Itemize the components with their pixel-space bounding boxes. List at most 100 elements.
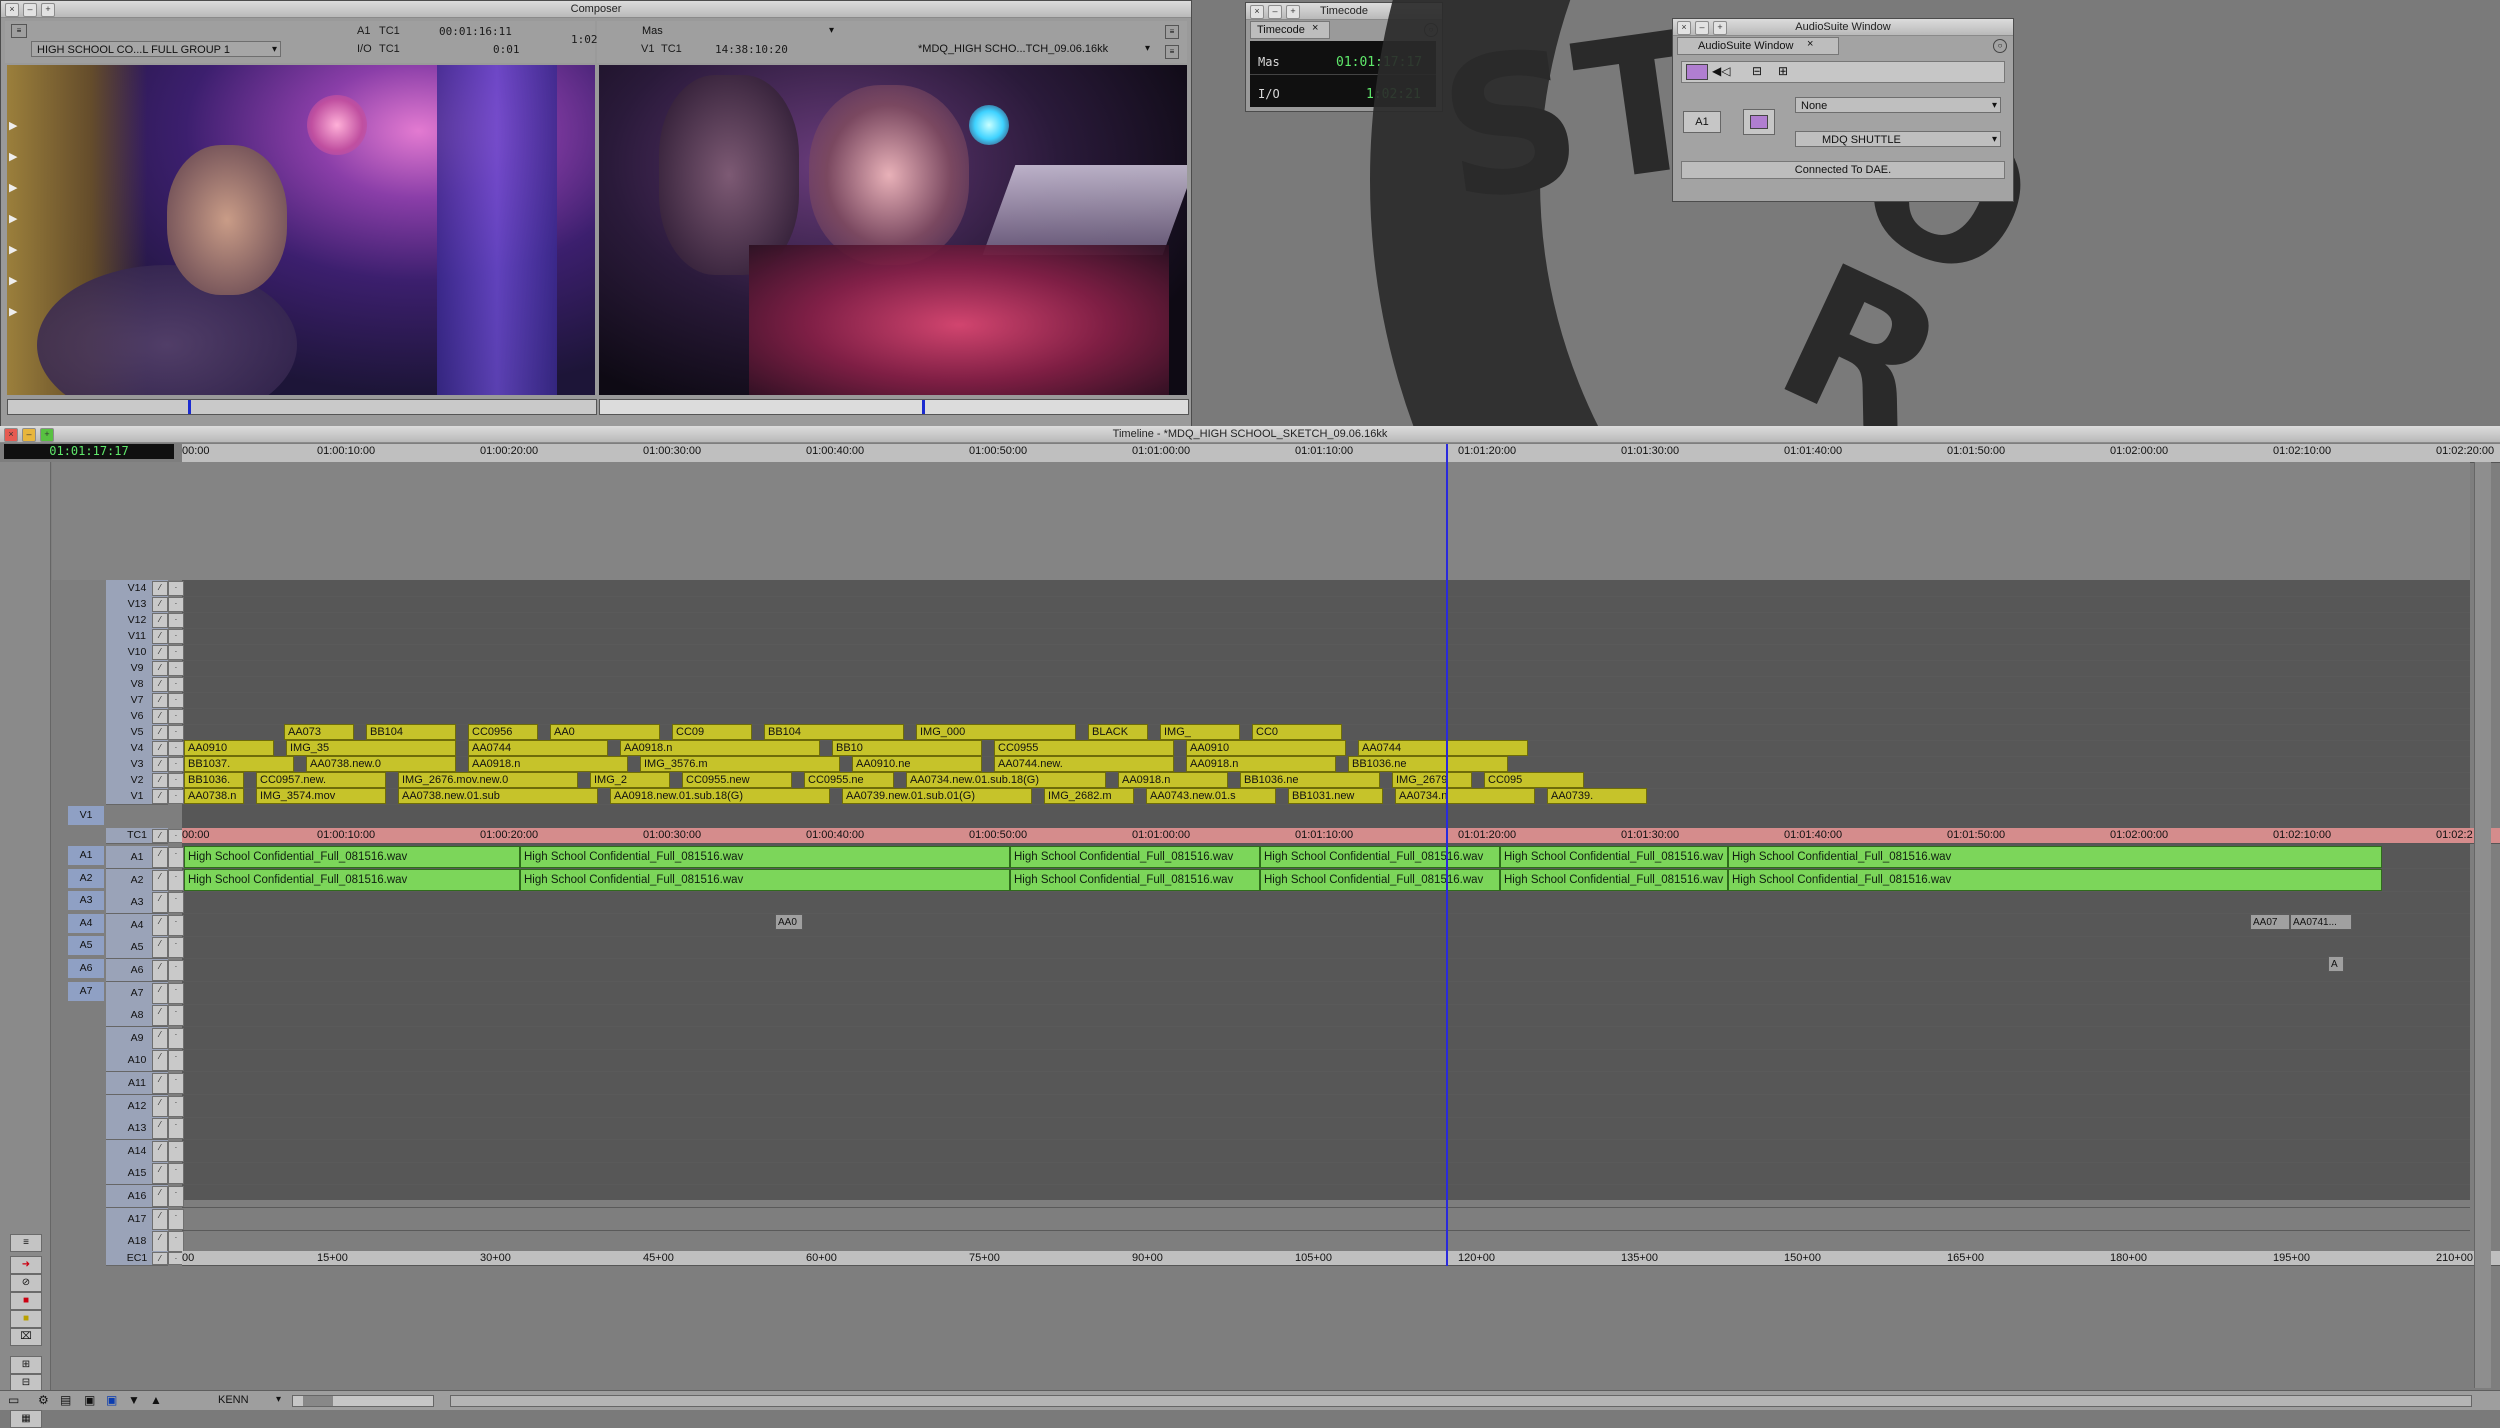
track-lock-icon[interactable]: ⁄ [152,1186,168,1207]
video-clip[interactable]: BB1031.new [1288,788,1383,804]
record-tc-label[interactable]: TC1 [661,43,682,55]
segment-yellow-icon[interactable]: ■ [10,1310,42,1328]
fast-menu-icon-2[interactable]: ≡ [1165,45,1179,59]
fast-menu-icon[interactable]: ≡ [1165,25,1179,39]
video-clip[interactable]: AA0738.n [184,788,244,804]
source-track-button[interactable]: V1 [68,806,104,825]
source-monitor[interactable] [7,65,595,395]
record-mode-menu[interactable]: Mas [637,23,837,39]
source-track-button[interactable]: A1 [68,846,104,865]
track-lock-icon[interactable]: ⁄ [152,1118,168,1140]
device-select[interactable]: MDQ SHUTTLE [1795,131,2001,148]
audio-clip[interactable]: High School Confidential_Full_081516.wav [520,846,1010,868]
audio-clip[interactable]: High School Confidential_Full_081516.wav [1728,869,2382,891]
track-lock-icon[interactable]: ⁄ [152,829,168,843]
audio-clip[interactable]: High School Confidential_Full_081516.wav [520,869,1010,891]
track-lock-icon[interactable]: ⁄ [152,613,168,628]
video-clip[interactable]: AA0910 [1186,740,1346,756]
track-lock-icon[interactable]: ⁄ [152,661,168,676]
vertical-scrollbar[interactable] [2474,462,2491,1388]
source-track-button[interactable]: A2 [68,868,104,888]
video-clip[interactable]: CC0 [1252,724,1342,740]
plugin-preview-icon[interactable] [1743,109,1775,135]
plugin-icon[interactable] [1686,64,1708,80]
track-lock-icon[interactable]: ⁄ [152,581,168,596]
monitor-icon[interactable]: ▣ [106,1393,117,1407]
minimize-icon[interactable]: – [22,428,36,442]
video-clip[interactable]: AA0744 [1358,740,1528,756]
source-tc-label[interactable]: TC1 [379,25,400,37]
track-lock-icon[interactable]: ⁄ [152,709,168,724]
maximize-icon[interactable]: + [41,3,55,17]
video-clip[interactable]: AA0918.n [468,756,628,772]
split-icon[interactable]: ⊟ [1752,64,1762,78]
bin-icon[interactable]: ▤ [60,1393,71,1407]
video-clip[interactable]: AA0918.new.01.sub.18(G) [610,788,830,804]
ec-ruler[interactable]: 00 15+00 30+00 45+00 60+00 75+00 90+00 105+00 12… [182,1251,2500,1266]
zoom-slider[interactable] [292,1395,434,1407]
audio-clip[interactable]: High School Confidential_Full_081516.wav [1260,846,1500,868]
record-monitor[interactable] [599,65,1187,395]
grid-icon[interactable]: ▦ [10,1410,42,1428]
source-track-button[interactable]: A7 [68,981,104,1001]
video-clip[interactable]: IMG_2 [590,772,670,788]
trim-icon[interactable]: ⌧ [10,1328,42,1346]
timeline-position[interactable]: 01:01:17:17 [4,444,174,459]
track-lock-icon[interactable]: ⁄ [152,677,168,692]
video-clip[interactable]: BB10 [832,740,982,756]
video-clip[interactable]: AA0738.new.0 [306,756,456,772]
track-lock-icon[interactable]: ⁄ [152,773,168,788]
video-clip[interactable]: AA0 [550,724,660,740]
audio-clip[interactable]: High School Confidential_Full_081516.wav [1010,846,1260,868]
track-lock-icon[interactable]: ⁄ [152,892,168,914]
video-clip[interactable]: CC09 [672,724,752,740]
video-clip[interactable]: AA0738.new.01.sub [398,788,598,804]
track-lock-icon[interactable]: ⁄ [152,645,168,660]
camera-icon[interactable]: ▣ [84,1393,95,1407]
track-lock-icon[interactable]: ⁄ [152,1231,168,1253]
video-clip[interactable]: AA0739. [1547,788,1647,804]
source-clip-menu[interactable]: HIGH SCHOOL CO...L FULL GROUP 1 [31,41,281,58]
track-lock-icon[interactable]: ⁄ [152,960,168,981]
tc-ruler[interactable]: 00:00 01:00:10:00 01:00:20:00 01:00:30:00 01… [182,828,2500,844]
video-clip[interactable]: BB104 [366,724,456,740]
video-clip[interactable]: CC0956 [468,724,538,740]
video-clip[interactable]: IMG_2682.m [1044,788,1134,804]
video-clip[interactable]: IMG_2679 [1392,772,1472,788]
record-position-bar[interactable] [599,399,1189,415]
track-lock-icon[interactable]: ⁄ [152,869,168,891]
source-track-button[interactable]: A3 [68,891,104,911]
maximize-icon[interactable]: + [40,428,54,442]
source-track-button[interactable]: A4 [68,913,104,933]
source-track-button[interactable]: A6 [68,959,104,978]
track-lock-icon[interactable]: ⁄ [152,1163,168,1185]
track-lock-icon[interactable]: ⁄ [152,937,168,959]
track-lock-icon[interactable]: ⁄ [152,1208,168,1230]
sequence-name-menu[interactable]: *MDQ_HIGH SCHO...TCH_09.06.16kk [913,41,1153,57]
audio-clip[interactable]: High School Confidential_Full_081516.wav [1500,846,1728,868]
layout-icon[interactable]: ⊞ [1778,64,1788,78]
video-clip[interactable]: AA0910.ne [852,756,982,772]
video-clip[interactable]: CC0955.ne [804,772,894,788]
track-lock-icon[interactable]: ⁄ [152,982,168,1004]
toggle-icon[interactable]: ▭ [8,1393,19,1407]
track-lock-icon[interactable]: ⁄ [152,1073,168,1094]
track-lock-icon[interactable]: ⁄ [152,693,168,708]
close-icon[interactable]: × [5,3,19,17]
video-clip[interactable]: IMG_2676.mov.new.0 [398,772,578,788]
video-clip[interactable]: AA0734.n [1395,788,1535,804]
track-lock-icon[interactable]: ⁄ [152,847,168,868]
audio-clip-small[interactable]: AA0 [775,914,803,930]
menu-icon[interactable]: ≡ [11,24,27,38]
video-clip[interactable]: BB1036.ne [1348,756,1508,772]
audio-clip-small[interactable]: A [2328,956,2344,972]
track-lock-icon[interactable]: ⁄ [152,1005,168,1027]
video-clip[interactable]: AA0918.n [1118,772,1228,788]
up-icon[interactable]: ▲ [150,1393,162,1407]
filter-icon[interactable]: ▼ [128,1393,140,1407]
window-menu-icon[interactable]: ○ [1993,39,2007,53]
video-clip[interactable]: IMG_35 [286,740,456,756]
audio-clip[interactable]: High School Confidential_Full_081516.wav [1010,869,1260,891]
timeline-titlebar[interactable]: Timeline - *MDQ_HIGH SCHOOL_SKETCH_09.06… [0,426,2500,443]
video-clip[interactable]: BB104 [764,724,904,740]
